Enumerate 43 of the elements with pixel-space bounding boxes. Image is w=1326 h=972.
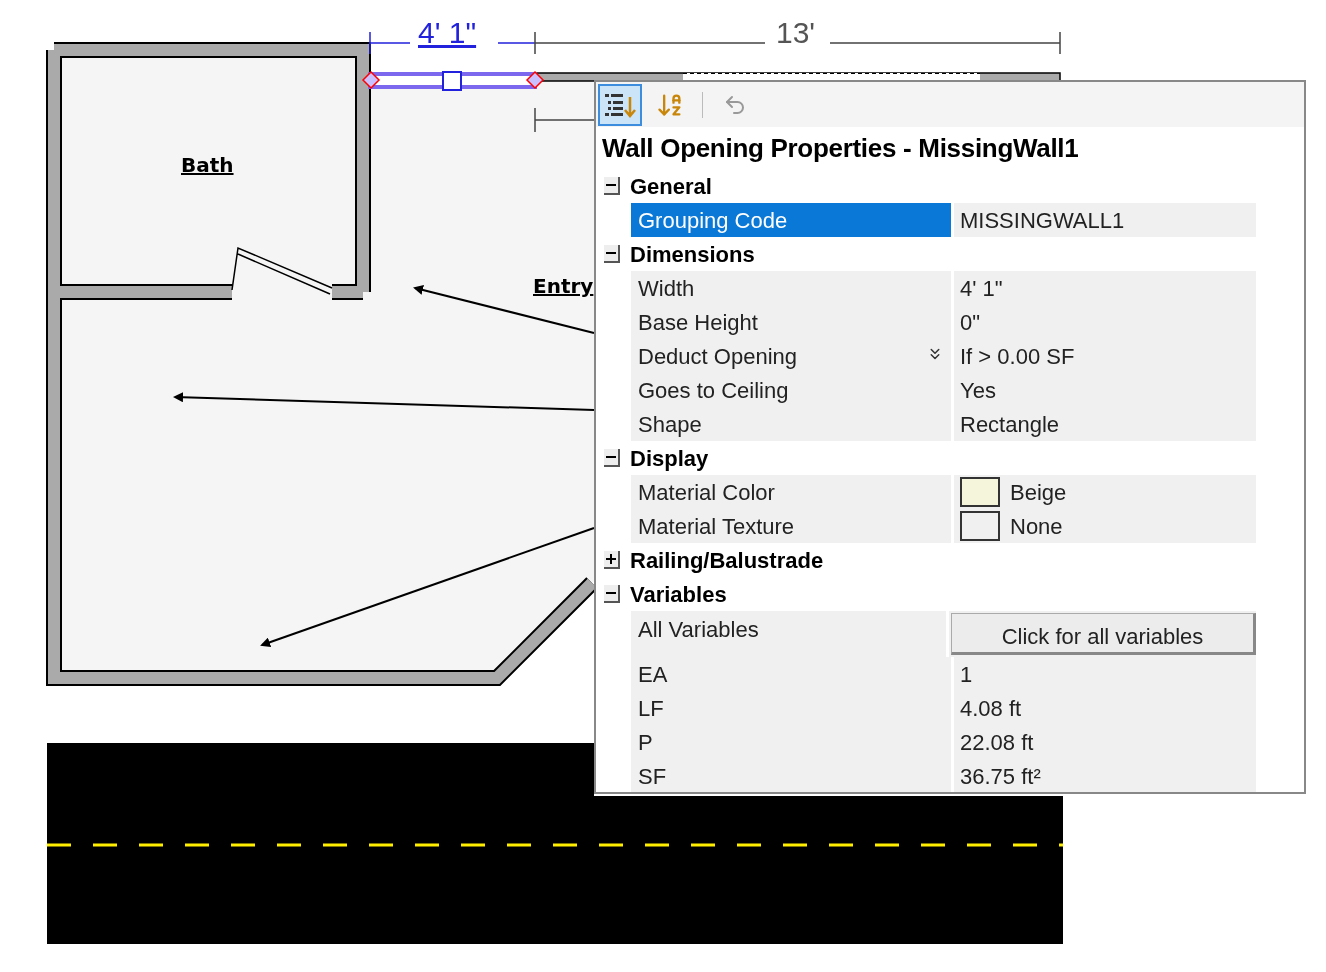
property-value: 0" [960,308,981,337]
property-name[interactable]: Material Texture [631,509,951,543]
property-name[interactable]: Grouping Code [631,203,951,237]
property-name[interactable]: Width [631,271,951,305]
property-name[interactable]: P [631,725,951,759]
property-name[interactable]: SF [631,759,951,792]
section-header: Dimensions [630,240,755,269]
property-value: If > 0.00 SF [960,342,1075,371]
property-value: Yes [960,376,996,405]
expand-icon[interactable] [604,551,620,569]
all-variables-button[interactable]: Click for all variables [951,613,1256,655]
section-header: Display [630,444,709,473]
room-label: Bath [181,155,234,175]
dimension-line [534,107,595,133]
property-value: 4' 1" [960,274,1003,303]
property-value: 36.75 ft² [960,762,1041,791]
property-value: 22.08 ft [960,728,1034,757]
property-name[interactable]: EA [631,657,951,691]
property-name[interactable]: All Variables [631,611,946,657]
collapse-icon[interactable] [604,245,620,263]
property-value: Beige [1010,478,1067,507]
property-name[interactable]: Shape [631,407,951,441]
collapse-icon[interactable] [604,585,620,603]
property-name[interactable]: LF [631,691,951,725]
property-value: Rectangle [960,410,1060,439]
property-value: None [1010,512,1063,541]
property-name[interactable]: Deduct Opening [631,339,951,373]
collapse-icon[interactable] [604,177,620,195]
dimension-label: 4' 1" [418,18,477,48]
property-value: 4.08 ft [960,694,1022,723]
property-name[interactable]: Base Height [631,305,951,339]
property-value: 1 [960,660,973,689]
collapse-icon[interactable] [604,449,620,467]
property-value: MISSINGWALL1 [960,206,1125,235]
property-name[interactable]: Material Color [631,475,951,509]
room-label: Entry [533,276,594,296]
property-name[interactable]: Goes to Ceiling [631,373,951,407]
panel-title: Wall Opening Properties - MissingWall1 [601,132,1080,165]
section-header: Variables [630,580,727,609]
section-header: Railing/Balustrade [630,546,824,575]
dimension-label: 13' [776,18,816,48]
section-header: General [630,172,712,201]
categorized-view-button[interactable] [598,83,642,126]
